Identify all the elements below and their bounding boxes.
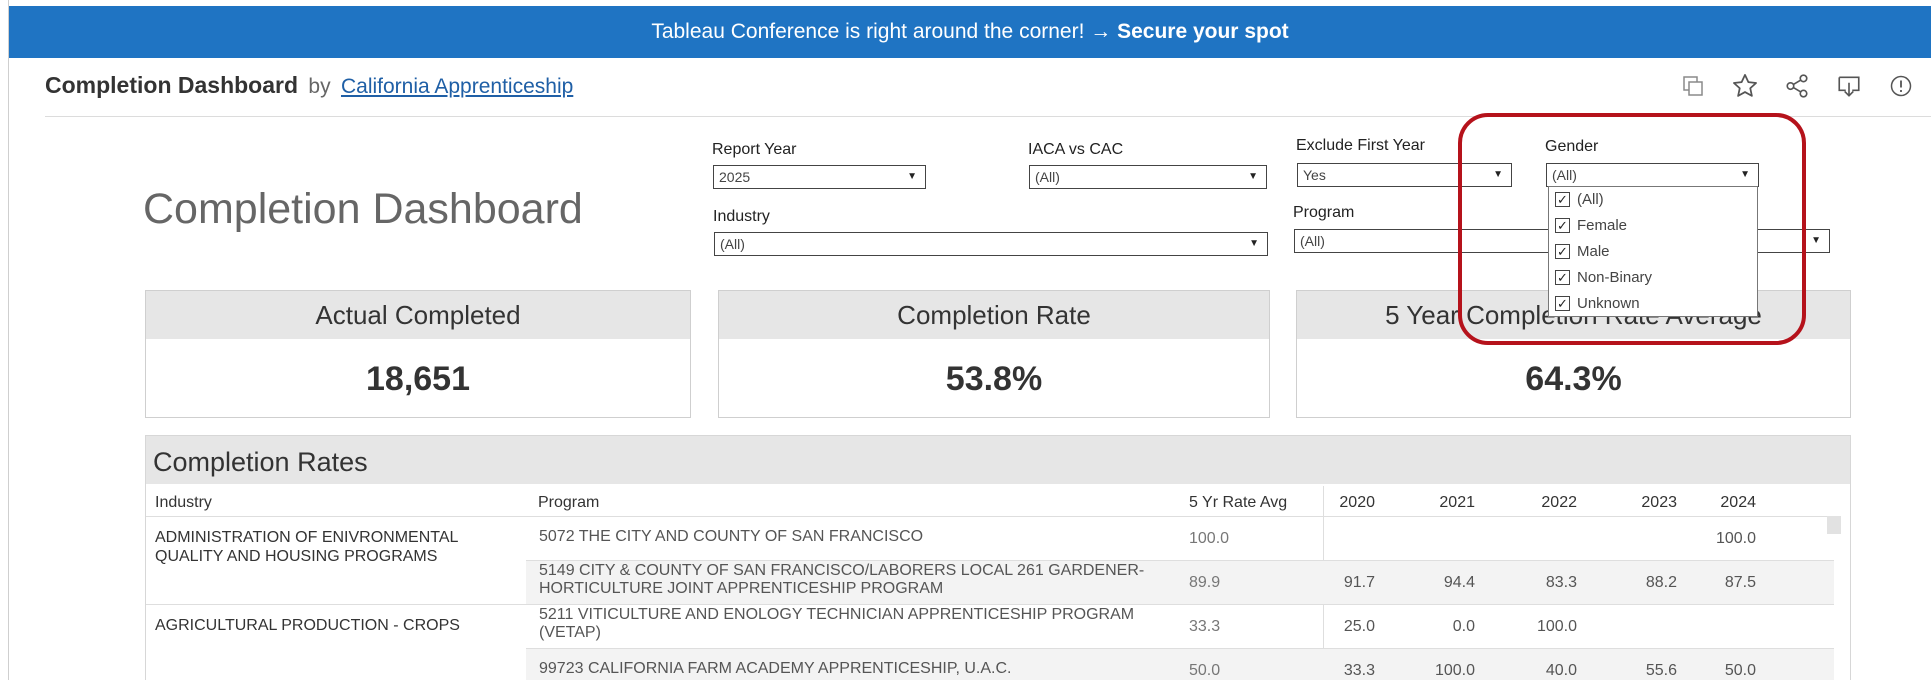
program-cell[interactable]: 5072 THE CITY AND COUNTY OF SAN FRANCISC… [539, 528, 1189, 546]
viz-name: Completion Dashboard [45, 72, 299, 98]
gender-filter-highlight [1458, 113, 1806, 345]
viz-header: Completion Dashboard by California Appre… [9, 58, 1931, 116]
row-shade [1323, 648, 1834, 680]
y2021-cell: 94.4 [1443, 574, 1475, 591]
star-icon[interactable] [1723, 70, 1767, 102]
y2022-cell: 83.3 [1545, 574, 1577, 591]
industry-cell: ADMINISTRATION OF ENIVRONMENTAL QUALITY … [155, 529, 458, 565]
viz-title: Completion Dashboard by California Appre… [45, 72, 573, 99]
viz-frame: Tableau Conference is right around the c… [8, 0, 1931, 680]
kpi-value: 53.8% [945, 360, 1043, 398]
col-header-avg[interactable]: 5 Yr Rate Avg [1189, 494, 1287, 512]
share-icon[interactable] [1775, 70, 1819, 102]
row-divider [526, 648, 1834, 649]
info-icon[interactable] [1879, 70, 1923, 102]
col-header-program[interactable]: Program [538, 494, 599, 512]
avg-cell: 89.9 [1189, 574, 1221, 591]
copy-icon[interactable] [1671, 70, 1715, 102]
banner-text: Tableau Conference is right around the c… [651, 20, 1118, 43]
y2023-cell: 55.6 [1645, 662, 1677, 679]
y2022-cell: 100.0 [1536, 618, 1577, 635]
report-year-label: Report Year [712, 141, 797, 158]
avg-cell: 50.0 [1189, 662, 1221, 679]
y2020-cell: 25.0 [1343, 618, 1375, 635]
chevron-down-icon: ▼ [1249, 238, 1259, 249]
author-link[interactable]: California Apprenticeship [341, 75, 573, 98]
row-shade [1323, 560, 1834, 604]
table-title: Completion Rates [146, 436, 1850, 484]
program-cell[interactable]: 99723 CALIFORNIA FARM ACADEMY APPRENTICE… [539, 660, 1189, 678]
col-header-2023[interactable]: 2023 [1616, 494, 1677, 512]
program-label: Program [1293, 204, 1355, 221]
col-header-2021[interactable]: 2021 [1414, 494, 1475, 512]
iaca-cac-select[interactable]: (All) ▼ [1029, 165, 1267, 189]
report-year-select[interactable]: 2025 ▼ [713, 165, 926, 189]
y2021-cell: 0.0 [1452, 618, 1475, 635]
report-year-value: 2025 [719, 169, 751, 185]
kpi-actual-completed: Actual Completed 18,651 [145, 290, 691, 418]
conference-banner[interactable]: Tableau Conference is right around the c… [9, 6, 1931, 58]
y2022-cell: 40.0 [1545, 662, 1577, 679]
industry-label: Industry [713, 208, 770, 225]
completion-rates-table: Completion Rates Industry Program 5 Yr R… [145, 435, 1851, 680]
header-toolbar [1671, 70, 1923, 102]
y2024-cell: 100.0 [1715, 530, 1756, 547]
header-divider [146, 516, 1834, 517]
row-divider [526, 560, 1834, 561]
program-cell[interactable]: 5211 VITICULTURE AND ENOLOGY TECHNICIAN … [539, 606, 1189, 642]
iaca-cac-label: IACA vs CAC [1028, 141, 1124, 158]
y2024-cell: 87.5 [1724, 574, 1756, 591]
dashboard-title: Completion Dashboard [143, 185, 583, 233]
avg-cell: 100.0 [1189, 530, 1230, 547]
y2024-cell: 50.0 [1724, 662, 1756, 679]
y2020-cell: 33.3 [1343, 662, 1375, 679]
kpi-label: Completion Rate [719, 291, 1269, 339]
avg-cell: 33.3 [1189, 618, 1221, 635]
y2020-cell: 91.7 [1343, 574, 1375, 591]
y2023-cell: 88.2 [1645, 574, 1677, 591]
kpi-completion-rate: Completion Rate 53.8% [718, 290, 1270, 418]
download-icon[interactable] [1827, 70, 1871, 102]
table-scrollbar-thumb[interactable] [1827, 516, 1841, 534]
exclude-first-year-label: Exclude First Year [1296, 137, 1425, 154]
program-cell[interactable]: 5149 CITY & COUNTY OF SAN FRANCISCO/LABO… [539, 562, 1189, 598]
chevron-down-icon: ▼ [907, 171, 917, 182]
col-header-2022[interactable]: 2022 [1516, 494, 1577, 512]
industry-select[interactable]: (All) ▼ [714, 232, 1268, 256]
chevron-down-icon: ▼ [1811, 235, 1821, 246]
col-header-industry[interactable]: Industry [155, 494, 212, 512]
kpi-value: 64.3% [1525, 360, 1622, 398]
banner-link[interactable]: Secure your spot [1117, 20, 1289, 43]
row-divider [146, 604, 1834, 605]
y2021-cell: 100.0 [1434, 662, 1475, 679]
industry-cell: AGRICULTURAL PRODUCTION - CROPS [155, 617, 460, 634]
exclude-first-year-value: Yes [1303, 167, 1326, 183]
chevron-down-icon: ▼ [1248, 171, 1258, 182]
iaca-cac-value: (All) [1035, 169, 1060, 185]
col-header-2024[interactable]: 2024 [1695, 494, 1756, 512]
program-value: (All) [1300, 233, 1325, 249]
kpi-value: 18,651 [366, 360, 470, 398]
by-label: by [308, 75, 331, 98]
kpi-label: Actual Completed [146, 291, 690, 339]
industry-value: (All) [720, 236, 745, 252]
